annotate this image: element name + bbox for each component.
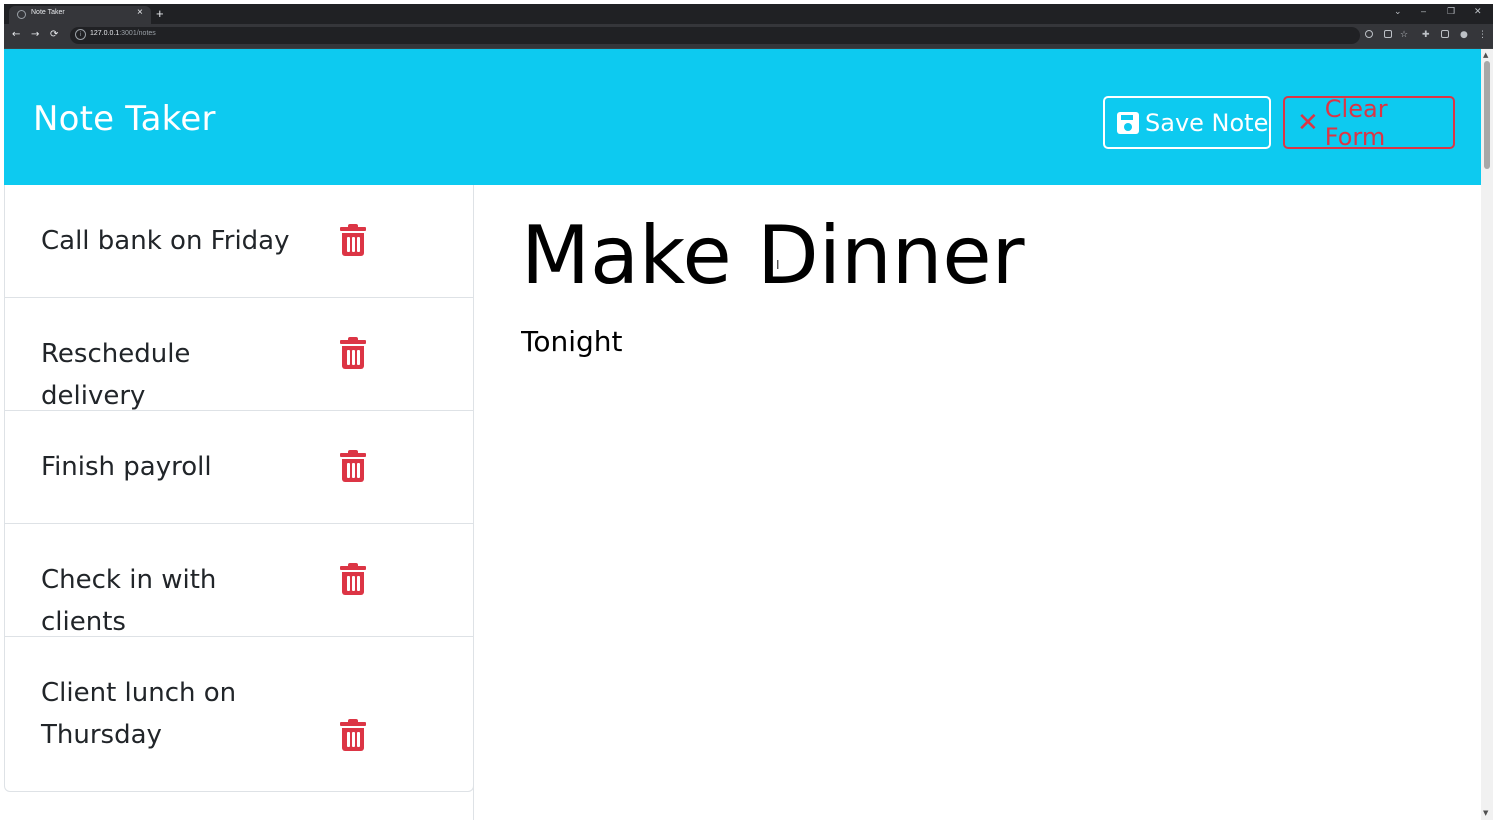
browser-window: Note Taker × + ⌄ – ❐ ✕ ← → ⟳ i 127.0.0.1… (4, 4, 1493, 820)
note-item-title: Reschedule delivery (41, 339, 191, 411)
tab-search-icon[interactable]: ⌄ (1394, 6, 1402, 17)
trash-icon[interactable] (340, 224, 366, 256)
clear-form-label: Clear Form (1324, 94, 1388, 151)
brand-title[interactable]: Note Taker (33, 99, 216, 139)
x-icon: ✕ (1297, 107, 1319, 138)
note-item-title: Finish payroll (41, 452, 212, 482)
profile-icon[interactable]: ● (1460, 30, 1468, 40)
share-icon[interactable] (1384, 30, 1392, 38)
note-list-item[interactable]: Finish payroll (5, 411, 473, 524)
back-button[interactable]: ← (12, 29, 20, 40)
trash-icon[interactable] (340, 450, 366, 482)
tab-strip: Note Taker × + ⌄ – ❐ ✕ (4, 4, 1493, 24)
note-list-item[interactable]: Client lunch on Thursday (5, 637, 473, 791)
globe-icon (17, 10, 26, 19)
notes-sidebar: Call bank on Friday Reschedule delivery Fi… (4, 185, 474, 820)
new-tab-button[interactable]: + (156, 6, 164, 21)
note-list-item[interactable]: Check in with clients (5, 524, 473, 637)
trash-icon[interactable] (340, 337, 366, 369)
trash-icon[interactable] (340, 719, 366, 751)
note-list: Call bank on Friday Reschedule delivery Fi… (4, 185, 474, 792)
floppy-disk-icon (1117, 111, 1139, 134)
scroll-thumb[interactable] (1484, 61, 1490, 169)
site-info-icon[interactable]: i (75, 29, 86, 40)
address-bar[interactable]: i 127.0.0.1:3001/notes (70, 27, 1360, 44)
maximize-button[interactable]: ❐ (1447, 6, 1455, 17)
save-note-button[interactable]: Save Note (1103, 96, 1271, 149)
note-list-item[interactable]: Call bank on Friday (5, 185, 473, 298)
note-taker-app: Note Taker Save Note ✕ Clear Form Call b… (4, 49, 1481, 820)
note-title-input[interactable] (521, 205, 1421, 305)
clear-form-button[interactable]: ✕ Clear Form (1283, 94, 1455, 151)
close-window-button[interactable]: ✕ (1474, 6, 1482, 17)
note-item-title: Check in with clients (41, 565, 217, 637)
scroll-up-arrow-icon[interactable]: ▲ (1483, 51, 1488, 59)
tab-title: Note Taker (31, 9, 65, 16)
note-item-title: Client lunch on Thursday (41, 678, 237, 750)
url-text: 127.0.0.1:3001/notes (90, 30, 156, 37)
browser-toolbar: ← → ⟳ i 127.0.0.1:3001/notes ☆ ✚ ● ⋮ (4, 24, 1493, 48)
trash-icon[interactable] (340, 563, 366, 595)
forward-button[interactable]: → (31, 29, 39, 40)
save-note-label: Save Note (1145, 108, 1269, 137)
reload-button[interactable]: ⟳ (50, 29, 58, 40)
browser-tab[interactable]: Note Taker × (9, 6, 151, 24)
bookmark-star-icon[interactable]: ☆ (1400, 30, 1408, 40)
note-list-item[interactable]: Reschedule delivery (5, 298, 473, 411)
close-tab-icon[interactable]: × (137, 7, 143, 18)
zoom-icon[interactable] (1365, 30, 1373, 38)
side-panel-icon[interactable] (1441, 30, 1449, 38)
note-item-title: Call bank on Friday (41, 226, 290, 256)
note-editor: Tonight I (474, 185, 1481, 820)
navbar: Note Taker Save Note ✕ Clear Form (4, 49, 1481, 185)
note-body-textarea[interactable]: Tonight (521, 325, 1421, 525)
extensions-icon[interactable]: ✚ (1422, 30, 1430, 40)
menu-icon[interactable]: ⋮ (1478, 30, 1487, 40)
scroll-down-arrow-icon[interactable]: ▼ (1483, 809, 1488, 817)
minimize-button[interactable]: – (1421, 6, 1426, 16)
page-scrollbar[interactable]: ▲ ▼ (1481, 49, 1493, 820)
text-cursor-icon: I (776, 258, 780, 272)
